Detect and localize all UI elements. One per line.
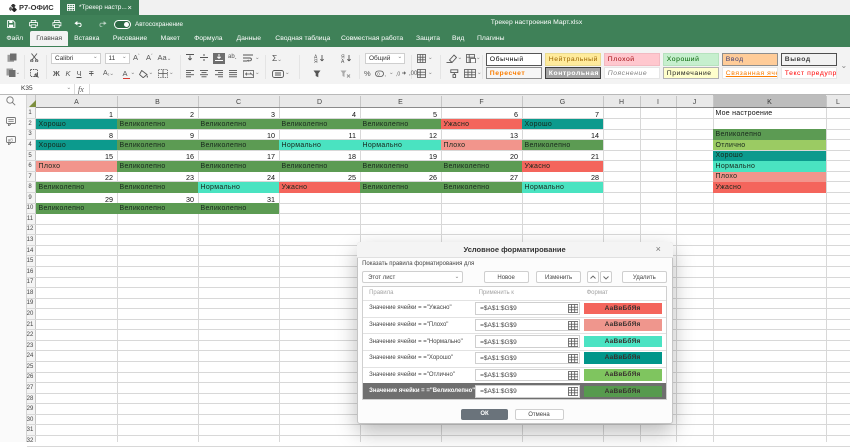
svg-text:aб: aб [8,137,14,142]
svg-text:,: , [385,72,386,78]
svg-text:Я: Я [314,59,318,63]
svg-text:0: 0 [377,71,380,76]
